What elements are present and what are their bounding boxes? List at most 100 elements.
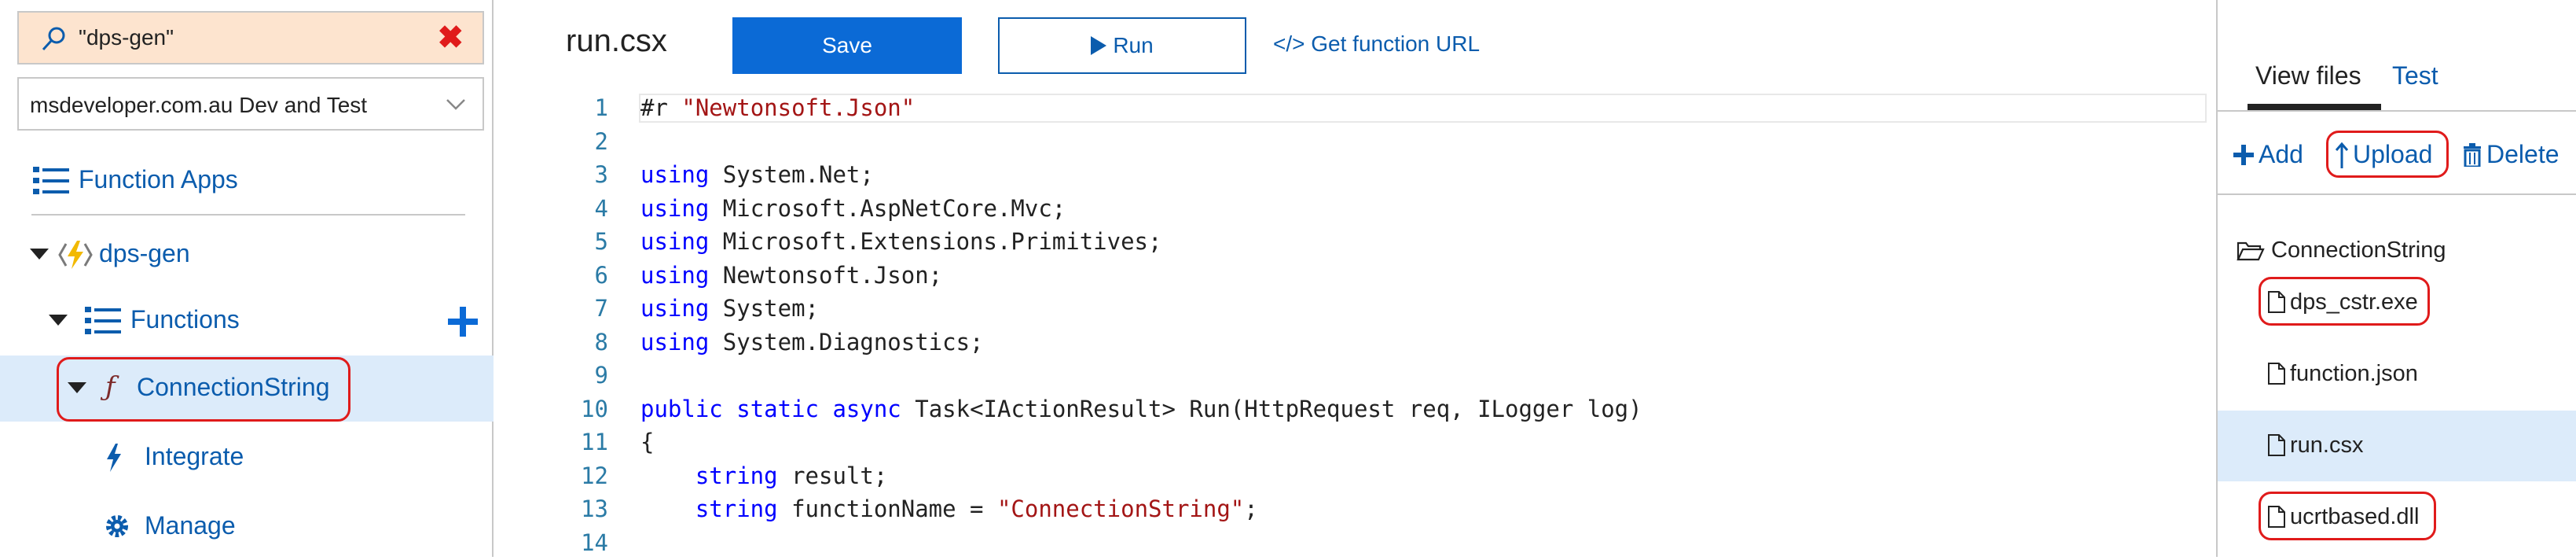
list-icon [33, 167, 69, 194]
get-function-url-link[interactable]: </> Get function URL [1273, 31, 1480, 57]
line-number: 12 [581, 462, 608, 489]
line-number: 6 [594, 261, 608, 289]
code-text: using Newtonsoft.Json; [640, 259, 942, 293]
open-folder-icon [2237, 241, 2265, 260]
file-title: run.csx [566, 24, 667, 58]
code-line[interactable]: 9 [494, 359, 2216, 392]
code-editor-panel: run.csx Save Run </> Get function URL 1 #… [494, 0, 2216, 557]
code-text: string functionName = "ConnectionString"… [640, 492, 1258, 526]
code-token: string [695, 462, 778, 489]
code-token: public [640, 395, 723, 422]
add-file-label: Add [2259, 140, 2303, 168]
nav-integrate[interactable]: Integrate [0, 425, 494, 491]
nav-function-apps-label: Function Apps [79, 165, 238, 193]
code-text: using System.Diagnostics; [640, 326, 984, 359]
code-token: "ConnectionString" [996, 496, 1245, 522]
line-number: 8 [594, 328, 608, 356]
code-token: result; [777, 462, 888, 489]
delete-file-label: Delete [2486, 140, 2559, 168]
tab-test[interactable]: Test [2392, 61, 2438, 90]
delete-file-button[interactable]: Delete [2463, 140, 2559, 169]
function-app-bolt-icon [58, 241, 93, 269]
line-number: 9 [594, 362, 608, 389]
run-button-label: Run [1113, 33, 1154, 57]
code-line[interactable]: 13 string functionName = "ConnectionStri… [494, 492, 2216, 526]
search-icon [42, 27, 65, 51]
search-input[interactable]: "dps-gen" [79, 25, 174, 50]
code-line[interactable]: 4 using Microsoft.AspNetCore.Mvc; [494, 192, 2216, 226]
play-icon [1091, 36, 1107, 55]
clear-search-icon[interactable]: ✖ [437, 22, 464, 53]
file-name: run.csx [2290, 433, 2364, 458]
code-token: functionName = [777, 496, 997, 522]
add-function-plus-icon[interactable] [448, 307, 478, 337]
highlight-circle [57, 357, 350, 422]
code-line[interactable]: 5 using Microsoft.Extensions.Primitives; [494, 225, 2216, 259]
code-line[interactable]: 14 [494, 526, 2216, 560]
code-line[interactable]: 8 using System.Diagnostics; [494, 326, 2216, 359]
folder-label: ConnectionString [2271, 238, 2446, 263]
line-number: 14 [581, 529, 608, 556]
trash-icon [2464, 142, 2481, 167]
highlight-circle [2326, 131, 2449, 178]
plus-icon [2233, 144, 2254, 165]
code-token: System.Net; [709, 161, 874, 188]
file-item[interactable]: run.csx [2218, 411, 2576, 481]
search-box[interactable]: "dps-gen" ✖ [17, 11, 484, 64]
nav-app-label: dps-gen [99, 239, 190, 267]
expand-caret-icon[interactable] [49, 315, 68, 326]
line-number: 11 [581, 429, 608, 455]
line-number: 7 [594, 295, 608, 322]
folder-connectionstring[interactable]: ConnectionString [2237, 238, 2446, 263]
actions-divider [2218, 193, 2576, 195]
save-button[interactable]: Save [732, 17, 962, 74]
code-text: public static async Task<IActionResult> … [640, 392, 1642, 426]
code-token: using [640, 161, 710, 188]
nav-integrate-label: Integrate [145, 442, 244, 470]
code-line[interactable]: 1 #r "Newtonsoft.Json" [494, 91, 2216, 125]
subscription-value: msdeveloper.com.au Dev and Test [30, 93, 368, 117]
file-item[interactable]: function.json [2218, 339, 2576, 410]
line-number: 10 [581, 395, 608, 422]
code-line[interactable]: 6 using Newtonsoft.Json; [494, 259, 2216, 293]
code-line[interactable]: 3 using System.Net; [494, 158, 2216, 192]
file-name: function.json [2290, 361, 2418, 386]
code-area[interactable]: 1 #r "Newtonsoft.Json" 2 3 using System.Net;… [494, 91, 2216, 559]
nav-divider [31, 214, 465, 216]
code-token: Task<IActionResult> Run(HttpRequest req,… [901, 395, 1642, 422]
highlight-circle [2259, 492, 2436, 540]
nav-manage-label: Manage [145, 511, 236, 540]
nav-manage[interactable]: Manage [0, 494, 494, 560]
code-text: using Microsoft.AspNetCore.Mvc; [640, 192, 1066, 226]
line-number: 2 [594, 127, 608, 155]
tab-view-files[interactable]: View files [2255, 61, 2361, 90]
nav-function-apps[interactable]: Function Apps [0, 148, 494, 214]
nav-app-dps-gen[interactable]: dps-gen [0, 222, 494, 288]
line-number: 4 [594, 194, 608, 222]
code-token: using [640, 194, 710, 222]
line-number: 13 [581, 496, 608, 522]
code-text: using System.Net; [640, 158, 874, 192]
code-line[interactable]: 11 { [494, 426, 2216, 459]
code-line[interactable]: 12 string result; [494, 459, 2216, 493]
subscription-dropdown[interactable]: msdeveloper.com.au Dev and Test [17, 77, 484, 131]
code-text: { [640, 426, 654, 459]
code-text: #r "Newtonsoft.Json" [640, 91, 915, 125]
code-token: System.Diagnostics; [709, 328, 984, 356]
run-button[interactable]: Run [998, 17, 1246, 74]
code-line[interactable]: 7 using System; [494, 292, 2216, 326]
code-text: string result; [640, 459, 887, 493]
nav-functions[interactable]: Functions [0, 288, 494, 354]
code-line[interactable]: 10 public static async Task<IActionResult… [494, 392, 2216, 426]
code-token: "Newtonsoft.Json" [681, 94, 916, 121]
code-token: ; [1244, 496, 1258, 522]
code-token: #r [640, 94, 682, 121]
add-file-button[interactable]: Add [2233, 140, 2303, 169]
code-text: using Microsoft.Extensions.Primitives; [640, 225, 1161, 259]
line-number: 1 [594, 94, 608, 121]
expand-caret-icon[interactable] [30, 249, 49, 260]
code-line[interactable]: 2 [494, 125, 2216, 159]
code-token: using [640, 228, 710, 255]
